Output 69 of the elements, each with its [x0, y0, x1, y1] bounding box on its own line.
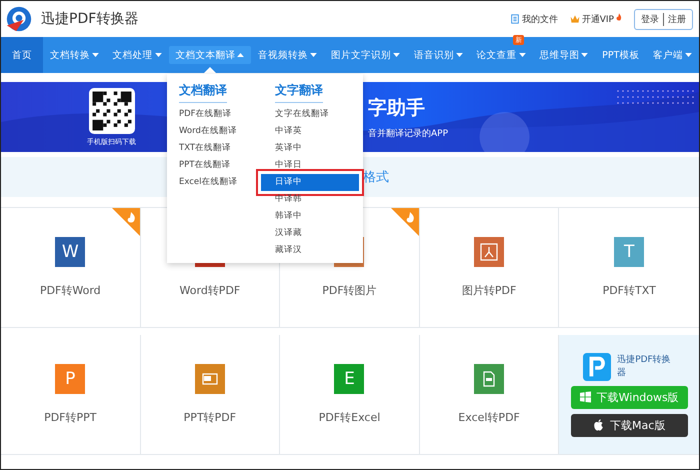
crown-icon [570, 14, 580, 24]
tool-card[interactable]: T PDF转TXT [559, 208, 699, 328]
logo-icon [5, 5, 33, 33]
menu-heading: 文档翻译 [179, 82, 227, 103]
tool-label: Word转PDF [180, 283, 240, 298]
caret-icon [154, 53, 162, 57]
menu-item[interactable]: PDF在线翻译 [179, 106, 257, 123]
tool-label: PDF转TXT [602, 283, 656, 298]
tool-label: PPT转PDF [184, 410, 236, 425]
tool-label: PDF转Excel [318, 410, 380, 425]
nav-item[interactable]: 图片文字识别 [324, 46, 407, 64]
menu-item[interactable]: 中译日 [275, 157, 359, 174]
caret-icon [92, 53, 99, 57]
menu-item[interactable]: 日译中 [261, 174, 359, 191]
windows-icon [580, 391, 591, 403]
tool-card[interactable]: W PDF转Word [1, 208, 141, 328]
menu-item[interactable]: 中译韩 [275, 191, 359, 208]
tool-icon: T [614, 237, 644, 267]
tool-label: PDF转图片 [322, 283, 377, 298]
nav-item[interactable]: 音视频转换 [251, 46, 324, 64]
nav-item[interactable]: 论文查重 [470, 46, 532, 64]
apple-icon [593, 419, 604, 431]
header-link[interactable]: 开通VIP [570, 12, 622, 26]
qr-code-icon [88, 88, 134, 134]
caret-icon [581, 53, 588, 57]
menu-item[interactable]: PPT在线翻译 [179, 157, 257, 174]
menu-item[interactable]: Excel在线翻译 [179, 174, 257, 191]
caret-icon [518, 53, 526, 57]
menu-item[interactable]: 文字在线翻译 [275, 106, 359, 123]
banner-title: 字助手 [368, 96, 426, 120]
auth-link[interactable]: 注册 [663, 12, 688, 26]
tool-label: 图片转PDF [462, 283, 516, 298]
menu-item[interactable]: TXT在线翻译 [179, 140, 257, 157]
tool-card[interactable]: PPT转PDF [140, 335, 280, 455]
tool-card[interactable]: 图片转PDF [420, 208, 560, 328]
tool-label: Excel转PDF [458, 410, 520, 425]
nav-item[interactable]: PPT模板 [595, 46, 646, 64]
auth-link[interactable]: 登录 [639, 12, 661, 26]
menu-heading: 文字翻译 [275, 82, 323, 103]
app-name: 迅捷PDF转换器 [617, 354, 672, 380]
menu-item[interactable]: 中译英 [275, 123, 359, 140]
menu-item[interactable]: 英译中 [275, 140, 359, 157]
tool-card[interactable]: P PDF转PPT [1, 335, 141, 455]
brand-name: 迅捷PDF转换器 [41, 10, 138, 28]
nav-item[interactable]: 语音识别 [406, 46, 470, 64]
tool-label: PDF转Word [40, 283, 101, 298]
flame-icon [616, 13, 622, 21]
tool-icon: P [55, 364, 86, 394]
menu-item[interactable]: Word在线翻译 [179, 123, 257, 140]
caret-icon [456, 53, 463, 57]
app-logo-icon [583, 352, 612, 380]
nav-item[interactable]: 文档转换 [43, 46, 106, 64]
document-icon [510, 14, 520, 24]
tool-icon: E [334, 364, 364, 394]
tool-icon: W [55, 237, 86, 267]
caret-icon [237, 53, 244, 57]
tool-card[interactable]: Excel转PDF [420, 335, 560, 455]
download-button[interactable]: 下载Mac版 [570, 414, 688, 436]
tool-label: PDF转PPT [44, 410, 96, 425]
header-link[interactable]: 我的文件 [510, 12, 558, 26]
strip-text: 格式 [363, 169, 389, 186]
caret-icon [310, 53, 318, 57]
nav-item[interactable]: 文档处理 [106, 46, 169, 64]
caret-icon [685, 53, 692, 57]
nav-item[interactable]: 思维导图 [532, 46, 596, 64]
caret-icon [393, 53, 400, 57]
tool-card[interactable]: E PDF转Excel [280, 335, 420, 455]
nav-item[interactable]: 客户端 [646, 46, 699, 64]
banner-subtitle: 音并翻译记录的APP [368, 128, 448, 140]
